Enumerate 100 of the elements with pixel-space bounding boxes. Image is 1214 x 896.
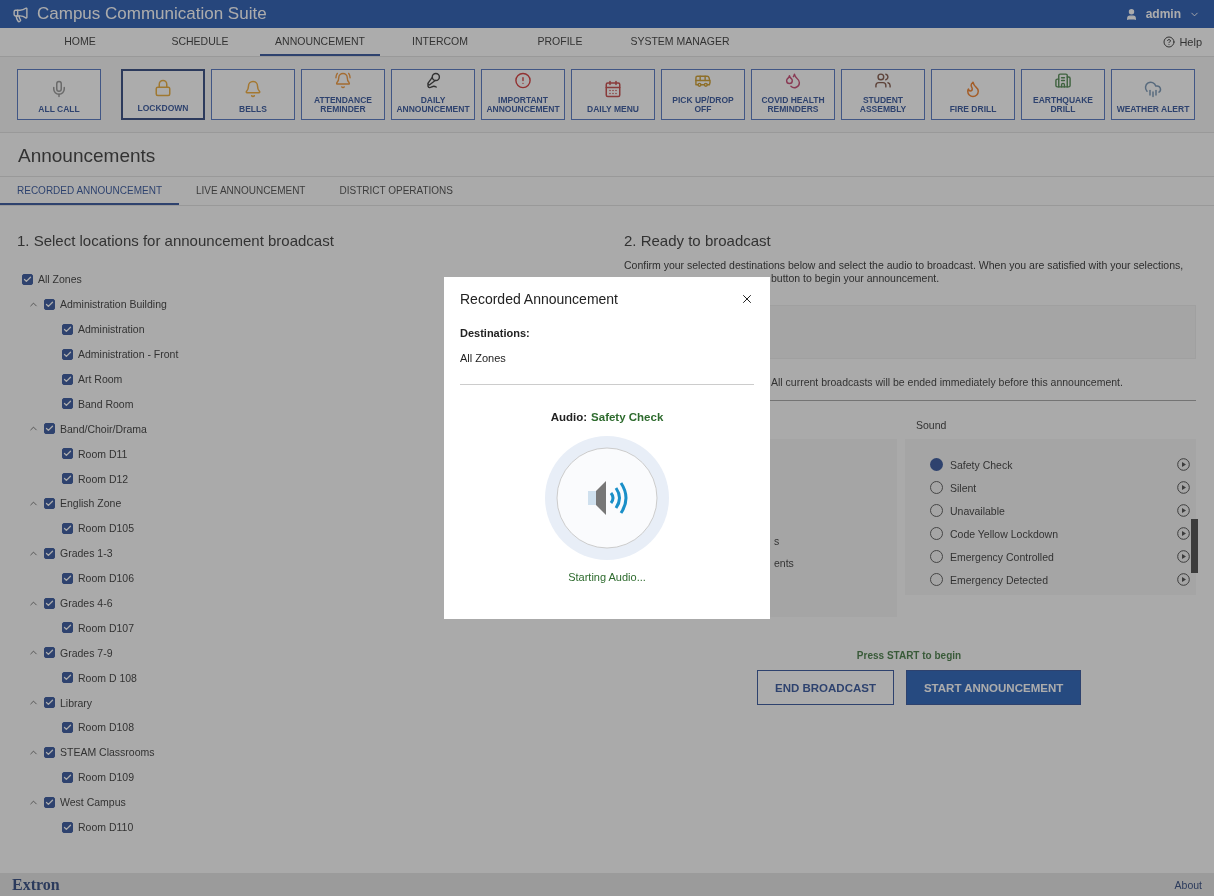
checkbox[interactable] (62, 672, 73, 684)
location-label: West Campus (60, 796, 126, 809)
location-label: Room D110 (78, 821, 134, 834)
close-button[interactable] (740, 292, 754, 306)
quick-action-button[interactable]: DAILY ANNOUNCEMENT (391, 69, 475, 120)
checkbox[interactable] (44, 597, 55, 609)
option-label: s (774, 535, 781, 547)
location-label: English Zone (60, 497, 122, 510)
alert-icon (514, 72, 532, 89)
instruction-text: button to begin your announcement. (770, 272, 941, 285)
quick-action-button[interactable]: DAILY MENU (571, 69, 655, 120)
quick-action-button[interactable]: ATTENDANCE REMINDER (301, 69, 385, 120)
nav-tab[interactable]: HOME (20, 28, 140, 56)
location-label: STEAM Classrooms (60, 746, 155, 759)
quick-action-button[interactable]: COVID HEALTH REMINDERS (751, 69, 835, 120)
play-icon[interactable] (1177, 573, 1190, 586)
option-label: ents (774, 557, 795, 569)
bell-icon (334, 72, 352, 89)
checkbox[interactable] (62, 473, 73, 485)
play-icon[interactable] (1177, 481, 1190, 494)
modal-title: Recorded Announcement (460, 291, 618, 307)
nav-tab[interactable]: SYSTEM MANAGER (620, 28, 740, 56)
quick-action-button[interactable]: IMPORTANT ANNOUNCEMENT (481, 69, 565, 120)
help-icon (1163, 36, 1176, 48)
quick-action-button[interactable]: EARTHQUAKE DRILL (1021, 69, 1105, 120)
quick-action-button[interactable]: FIRE DRILL (931, 69, 1015, 120)
quick-action-button[interactable]: WEATHER ALERT (1111, 69, 1195, 120)
page-title: Announcements (0, 133, 1214, 177)
checkbox[interactable] (44, 647, 55, 659)
checkbox[interactable] (62, 373, 73, 385)
checkbox[interactable] (44, 796, 55, 808)
checkbox[interactable] (62, 771, 73, 783)
location-label: Grades 4-6 (60, 597, 113, 609)
radio-button[interactable] (930, 458, 943, 471)
location-label: Administration (78, 323, 145, 336)
checkbox[interactable] (62, 323, 73, 335)
checkbox[interactable] (62, 522, 73, 534)
audio-name: Safety Check (591, 411, 664, 423)
checkbox[interactable] (44, 697, 55, 709)
checkbox[interactable] (44, 547, 55, 559)
play-icon[interactable] (1177, 527, 1190, 540)
destinations-label: Destinations: (460, 327, 531, 339)
speaker-icon (544, 435, 670, 561)
section-heading: 2. Ready to broadcast (624, 232, 772, 249)
location-label: Room D 108 (78, 671, 137, 684)
section-heading: 1. Select locations for announcement broadcast (17, 232, 335, 249)
sound-name: Code Yellow Lockdown (950, 527, 1058, 540)
checkbox[interactable] (62, 448, 73, 460)
play-icon[interactable] (1177, 550, 1190, 563)
sub-tab[interactable]: DISTRICT OPERATIONS (322, 177, 470, 205)
quick-action-button[interactable]: LOCKDOWN (121, 69, 205, 120)
checkbox[interactable] (62, 721, 73, 733)
droplets-icon (784, 72, 802, 89)
brand-logo: Extron (12, 875, 60, 894)
checkbox[interactable] (22, 273, 33, 285)
quick-action-button[interactable]: BELLS (211, 69, 295, 120)
nav-tab[interactable]: INTERCOM (380, 28, 500, 56)
help-link[interactable]: Help (1163, 28, 1214, 56)
play-icon[interactable] (1177, 504, 1190, 517)
location-label: Room D109 (78, 771, 135, 784)
user-name[interactable]: admin (1145, 7, 1181, 21)
sound-name: Safety Check (950, 458, 1013, 471)
sub-tab[interactable]: LIVE ANNOUNCEMENT (179, 177, 323, 205)
checkbox[interactable] (62, 348, 73, 360)
audio-label: Audio: (550, 411, 588, 423)
destinations-value: All Zones (460, 352, 754, 385)
about-link[interactable]: About (1174, 878, 1202, 891)
location-label: All Zones (38, 273, 82, 286)
sub-tab[interactable]: RECORDED ANNOUNCEMENT (0, 177, 179, 205)
location-label: Band Room (78, 397, 134, 410)
checkbox[interactable] (44, 298, 55, 310)
prompt-text: Press START to begin (855, 650, 963, 661)
checkbox[interactable] (62, 398, 73, 410)
quick-action-button[interactable]: PICK UP/DROP OFF (661, 69, 745, 120)
checkbox[interactable] (62, 572, 73, 584)
app-logo-icon (12, 5, 29, 23)
quick-action-button[interactable]: ALL CALL (17, 69, 101, 120)
location-label: Room D106 (78, 572, 135, 585)
cloud-rain-icon (1144, 79, 1162, 98)
play-icon[interactable] (1177, 458, 1190, 471)
user-icon (1124, 7, 1138, 21)
checkbox[interactable] (44, 746, 55, 758)
checkbox[interactable] (62, 622, 73, 634)
lock-icon (154, 78, 172, 97)
checkbox[interactable] (62, 821, 73, 833)
flame-icon (964, 79, 982, 98)
checkbox[interactable] (44, 497, 55, 509)
location-label: Band/Choir/Drama (60, 422, 147, 435)
nav-tab[interactable]: PROFILE (500, 28, 620, 56)
quick-action-button[interactable]: STUDENT ASSEMBLY (841, 69, 925, 120)
end-button[interactable]: END BROADCAST (757, 670, 894, 705)
start-button[interactable]: START ANNOUNCEMENT (905, 670, 1082, 705)
microphone-icon (424, 72, 442, 89)
people-icon (874, 72, 892, 89)
instruction-text: Confirm your selected destinations below and select the audio to broadcast. When you are satisfied with your selections, (624, 259, 1185, 272)
nav-tab[interactable]: SCHEDULE (140, 28, 260, 56)
app-title: Campus Communication Suite (37, 4, 268, 24)
scrollbar[interactable] (1191, 519, 1198, 573)
checkbox[interactable] (44, 423, 55, 435)
location-label: Administration - Front (78, 348, 179, 361)
